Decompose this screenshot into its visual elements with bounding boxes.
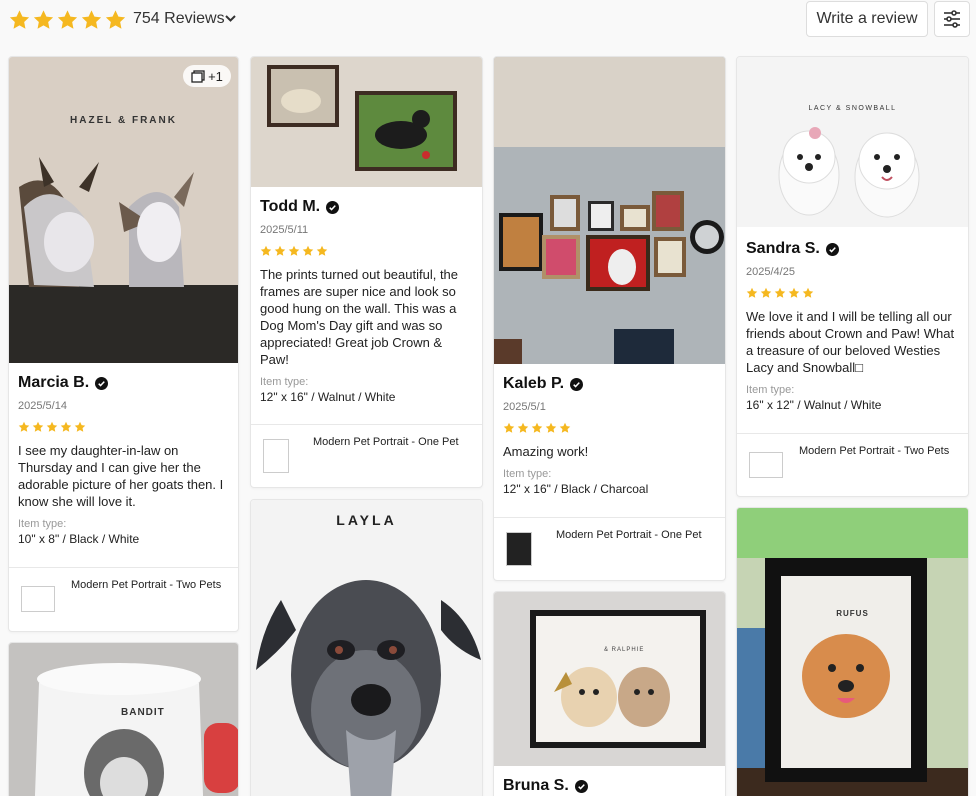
star-icon [33, 10, 54, 29]
product-thumbnail [21, 586, 55, 612]
star-icon [760, 287, 772, 298]
product-thumbnail [263, 439, 289, 473]
review-photo[interactable]: HAZEL & FRANK +1 [9, 57, 238, 363]
product-name: Modern Pet Portrait - One Pet [313, 436, 459, 448]
review-photo[interactable] [251, 57, 482, 187]
star-icon [60, 421, 72, 432]
item-type-label: Item type: [260, 376, 309, 388]
sliders-icon [944, 10, 960, 28]
product-thumbnail [749, 452, 783, 478]
star-icon [260, 245, 272, 256]
star-icon [774, 287, 786, 298]
review-stars [503, 422, 716, 434]
product-thumbnail [506, 532, 532, 566]
star-icon [531, 422, 543, 433]
item-type-label: Item type: [18, 518, 67, 530]
star-icon [18, 421, 30, 432]
review-stars [18, 421, 229, 433]
star-icon [302, 245, 314, 256]
review-card[interactable]: & RALPHIE Bruna S. [493, 591, 726, 796]
star-icon [32, 421, 44, 432]
review-card[interactable]: Todd M. 2025/5/11 The prints turned out … [250, 56, 483, 488]
reviewer-name: Bruna S. [503, 776, 716, 796]
filter-button[interactable] [934, 1, 970, 37]
product-link[interactable]: Modern Pet Portrait - One Pet [494, 517, 725, 580]
photo-caption: LACY & SNOWBALL [808, 105, 897, 112]
star-icon [57, 10, 78, 29]
chevron-down-icon[interactable] [224, 12, 237, 25]
review-date: 2025/5/14 [18, 400, 67, 412]
review-card[interactable]: RUFUS [736, 507, 969, 796]
item-type-value: 12" x 16" / Black / Charcoal [503, 482, 649, 496]
star-icon [81, 10, 102, 29]
item-type-value: 16" x 12" / Walnut / White [746, 398, 882, 412]
star-icon [517, 422, 529, 433]
review-photo[interactable]: LACY & SNOWBALL [737, 57, 968, 227]
star-icon [788, 287, 800, 298]
star-icon [316, 245, 328, 256]
review-text: The prints turned out beautiful, the fra… [260, 267, 459, 367]
review-photo[interactable]: RUFUS [737, 508, 968, 796]
product-link[interactable]: Modern Pet Portrait - Two Pets [737, 433, 968, 496]
review-photo[interactable]: LAYLA [251, 500, 482, 796]
review-card[interactable]: Kaleb P. 2025/5/1 Amazing work! Item typ… [493, 56, 726, 581]
item-type-value: 10" x 8" / Black / White [18, 532, 140, 546]
photo-caption: HAZEL & FRANK [70, 115, 177, 126]
review-photo[interactable] [494, 57, 725, 364]
verified-check-icon [95, 376, 109, 390]
review-text: I see my daughter-in-law on Thursday and… [18, 443, 224, 509]
review-photo[interactable]: & RALPHIE [494, 592, 725, 766]
review-photo[interactable]: BANDIT [9, 643, 238, 796]
item-type-label: Item type: [746, 384, 795, 396]
product-name: Modern Pet Portrait - Two Pets [799, 445, 950, 457]
review-count-dropdown[interactable]: 754 Reviews [133, 10, 225, 28]
product-link[interactable]: Modern Pet Portrait - One Pet [251, 424, 482, 487]
reviewer-name: Kaleb P. [503, 374, 716, 394]
star-icon [9, 10, 30, 29]
star-icon [105, 10, 126, 29]
review-stars [746, 287, 959, 299]
reviews-header: 754 Reviews Write a review [0, 0, 976, 40]
product-name: Modern Pet Portrait - One Pet [556, 529, 702, 541]
star-icon [545, 422, 557, 433]
star-icon [503, 422, 515, 433]
star-icon [746, 287, 758, 298]
photo-caption: & RALPHIE [604, 647, 645, 653]
review-card[interactable]: BANDIT [8, 642, 239, 796]
verified-check-icon [825, 242, 839, 256]
reviewer-name: Todd M. [260, 197, 473, 217]
item-type-value: 12" x 16" / Walnut / White [260, 390, 396, 404]
star-icon [274, 245, 286, 256]
review-text: Amazing work! [503, 444, 589, 459]
review-card[interactable]: HAZEL & FRANK +1 Marcia B. 2025/5/14 I s… [8, 56, 239, 632]
review-card[interactable]: LAYLA [250, 499, 483, 796]
review-date: 2025/4/25 [746, 266, 795, 278]
star-icon [559, 422, 571, 433]
review-stars [260, 245, 473, 257]
reviewer-name: Marcia B. [18, 373, 229, 393]
product-link[interactable]: Modern Pet Portrait - Two Pets [9, 567, 238, 631]
verified-check-icon [326, 200, 340, 214]
star-icon [288, 245, 300, 256]
review-date: 2025/5/1 [503, 401, 546, 413]
star-icon [802, 287, 814, 298]
write-review-button[interactable]: Write a review [806, 1, 928, 37]
review-card[interactable]: LACY & SNOWBALL Sandra S. 2025/4/25 We l… [736, 56, 969, 497]
review-text: We love it and I will be telling all our… [746, 309, 955, 375]
photo-caption: BANDIT [121, 707, 165, 718]
reviewer-name: Sandra S. [746, 239, 959, 259]
product-name: Modern Pet Portrait - Two Pets [71, 579, 222, 591]
more-photos-badge[interactable]: +1 [183, 65, 231, 87]
overall-rating-stars [8, 9, 127, 31]
star-icon [74, 421, 86, 432]
photos-icon [191, 69, 205, 83]
review-date: 2025/5/11 [260, 224, 309, 236]
verified-check-icon [574, 779, 588, 793]
more-photos-count: +1 [208, 68, 223, 84]
photo-caption: RUFUS [836, 609, 869, 618]
star-icon [46, 421, 58, 432]
item-type-label: Item type: [503, 468, 552, 480]
verified-check-icon [570, 377, 584, 391]
photo-caption: LAYLA [336, 512, 397, 528]
